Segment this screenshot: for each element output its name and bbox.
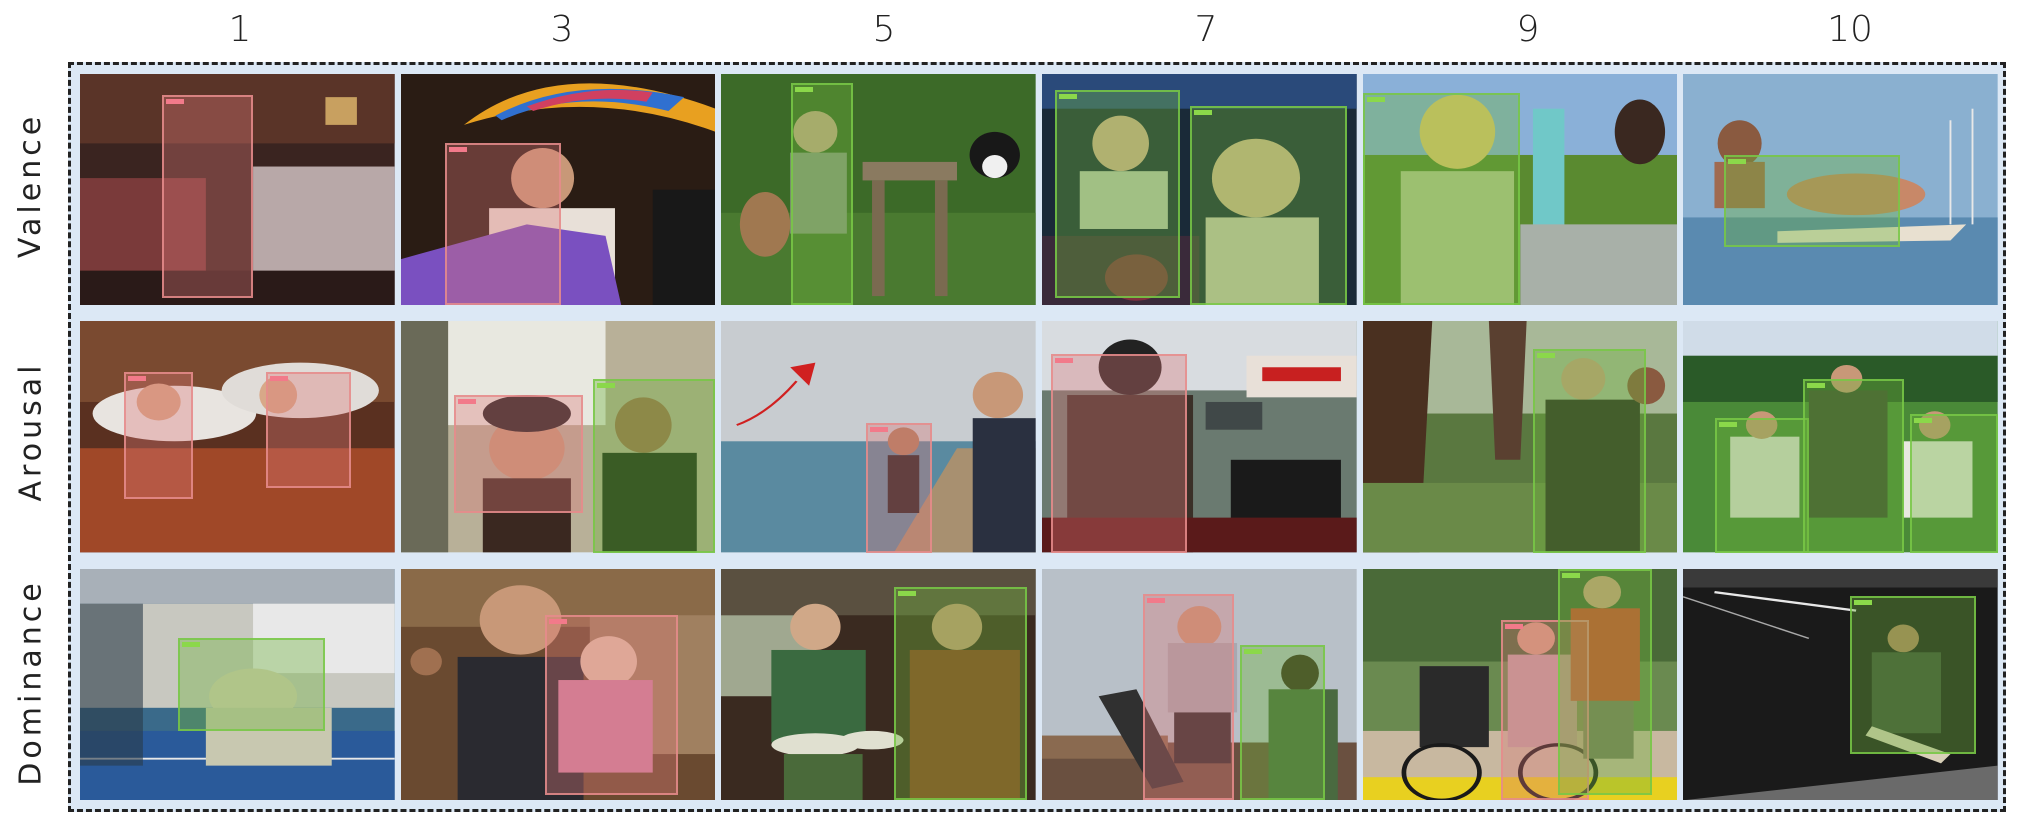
- row-label-arousal: Arousal: [13, 361, 49, 501]
- photo-valence-7: [1041, 74, 1357, 306]
- bounding-box: [1054, 90, 1181, 299]
- photo-arousal-9: [1362, 321, 1678, 553]
- bounding-box: [1532, 349, 1646, 553]
- bounding-box: [1362, 92, 1520, 306]
- column-header-1: 1: [228, 9, 252, 50]
- bounding-box: [545, 614, 678, 796]
- photo-arousal-5: [721, 321, 1036, 553]
- row-labels: Valence Arousal Dominance: [0, 70, 62, 810]
- bounding-box: [1189, 106, 1348, 306]
- bounding-box: [454, 395, 584, 514]
- photo-dominance-5: [721, 568, 1036, 800]
- bounding-box: [1557, 568, 1653, 796]
- image-grid: [80, 74, 1998, 800]
- bounding-box: [592, 379, 716, 553]
- column-header-7: 7: [1194, 9, 1218, 50]
- photo-valence-3: [400, 74, 716, 306]
- column-headers: 1 3 5 7 9 10: [80, 6, 2010, 54]
- photo-arousal-3: [400, 321, 716, 553]
- bounding-box: [444, 143, 562, 306]
- photo-dominance-9: [1362, 568, 1678, 800]
- row-label-dominance: Dominance: [13, 578, 49, 786]
- photo-valence-9: [1362, 74, 1678, 306]
- photo-valence-5: [721, 74, 1036, 306]
- bounding-box: [1714, 418, 1810, 553]
- bounding-box: [1724, 154, 1901, 248]
- photo-arousal-1: [80, 321, 395, 553]
- photo-dominance-10: [1683, 568, 1998, 800]
- column-header-3: 3: [550, 9, 574, 50]
- bounding-box: [1850, 596, 1976, 754]
- photo-dominance-1: [80, 568, 395, 800]
- row-label-valence: Valence: [13, 112, 49, 258]
- column-header-5: 5: [872, 9, 896, 50]
- bounding-box: [1240, 644, 1326, 800]
- photo-arousal-10: [1683, 321, 1998, 553]
- photo-valence-10: [1683, 74, 1998, 306]
- column-header-9: 9: [1516, 9, 1540, 50]
- bounding-box: [1802, 379, 1904, 553]
- photo-dominance-7: [1041, 568, 1357, 800]
- bounding-box: [1142, 594, 1234, 800]
- bounding-box: [790, 83, 854, 306]
- bounding-box: [866, 423, 933, 553]
- photo-valence-1: [80, 74, 395, 306]
- bounding-box: [894, 587, 1027, 800]
- bounding-box: [177, 638, 326, 731]
- bounding-box: [265, 372, 351, 488]
- bounding-box: [1909, 413, 1998, 553]
- column-header-10: 10: [1827, 9, 1873, 50]
- photo-dominance-3: [400, 568, 716, 800]
- bounding-box: [124, 372, 194, 500]
- photo-arousal-7: [1041, 321, 1357, 553]
- bounding-box: [161, 94, 254, 299]
- bounding-box: [1051, 353, 1187, 553]
